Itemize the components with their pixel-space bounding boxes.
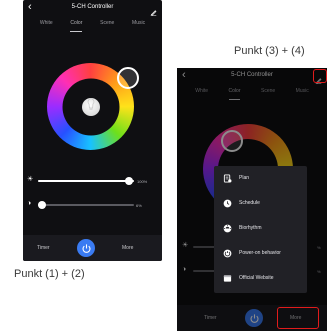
power-icon [81,243,91,253]
tab-color[interactable]: Color [70,20,83,32]
menu-item-plan[interactable]: Plan [222,172,249,184]
saturation-value: 6% [136,203,142,208]
caption-left: Punkt (1) + (2) [14,268,85,280]
edit-icon[interactable] [150,3,157,21]
menu-item-biorhythm[interactable]: Biorhythm [222,222,262,234]
more-button[interactable]: More [122,245,133,251]
menu-item-official-website[interactable]: Official Website [222,272,274,284]
tab-music[interactable]: Music [132,20,145,32]
power-on-icon [222,248,232,258]
page-title: 5-CH Controller [71,4,114,10]
website-icon [222,273,232,283]
power-button[interactable] [77,239,95,257]
plan-icon [222,173,232,183]
saturation-slider[interactable]: ◑ 6% [23,200,162,210]
edit-highlight [313,69,327,83]
bottom-bar: Timer More [23,235,162,261]
tab-scene[interactable]: Scene [100,20,114,32]
right-phone-screen: ‹ 5-CH Controller White Color Scene Musi… [177,68,327,331]
menu-item-schedule[interactable]: Schedule [222,197,260,209]
saturation-thumb[interactable] [38,201,46,209]
sun-icon: ☀ [27,176,34,183]
left-phone-screen: ‹ 5-CH Controller White Color Scene Musi… [23,0,162,261]
timer-button[interactable]: Timer [37,245,50,251]
biorhythm-icon [222,223,232,233]
brightness-thumb[interactable] [125,177,133,185]
color-wheel[interactable] [47,63,139,150]
caption-right: Punkt (3) + (4) [234,45,305,57]
bulb-icon [81,97,100,116]
menu-item-power-on-behavior[interactable]: Power-on behavior [222,247,281,259]
more-menu: Plan Schedule Biorhythm Power-on behavio… [214,166,307,293]
brightness-slider[interactable]: ☀ 100% [23,176,162,186]
header: ‹ 5-CH Controller [23,0,162,16]
tab-white[interactable]: White [40,20,53,32]
more-highlight [277,307,319,329]
color-picker-handle[interactable] [117,67,139,89]
clock-icon [222,198,232,208]
mode-tabs: White Color Scene Music [23,20,162,32]
contrast-icon: ◑ [27,200,32,207]
brightness-value: 100% [137,179,148,184]
